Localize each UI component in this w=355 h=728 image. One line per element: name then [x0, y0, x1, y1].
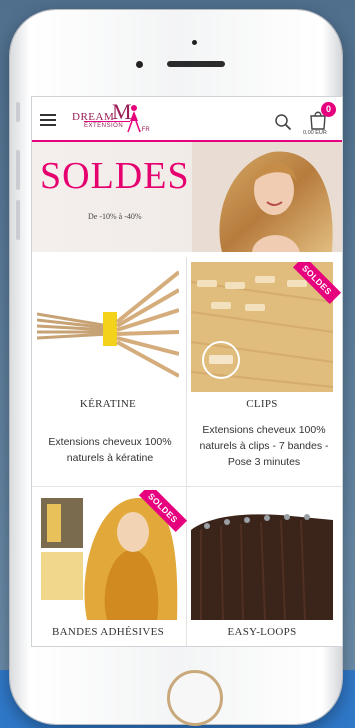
search-icon[interactable] — [274, 113, 292, 131]
logo-extension-text: EXTENSION — [84, 123, 124, 129]
phone-sensor — [192, 40, 197, 45]
cart-count-badge[interactable]: 0 — [321, 102, 336, 117]
product-name[interactable]: BANDES ADHÉSIVES — [37, 626, 179, 638]
phone-volume-up — [16, 150, 20, 190]
phone-mute-switch — [16, 102, 20, 122]
product-card-bandes-adhesives[interactable]: SOLDES BANDES ADHÉSIVES — [37, 490, 187, 646]
banner-subtitle: De -10% à -40% — [88, 212, 142, 221]
product-description: Extensions cheveux 100% naturels à kérat… — [48, 436, 172, 464]
phone-home-button[interactable] — [167, 670, 223, 726]
cart-total: 0,00 EUR — [303, 130, 327, 136]
sale-banner[interactable]: SOLDES De -10% à -40% — [32, 142, 342, 252]
phone-screen: DREAM M EXTENSION .FR 0 0,00 EUR SOLDES … — [31, 96, 343, 647]
site-header: DREAM M EXTENSION .FR 0 0,00 EUR — [32, 97, 342, 142]
product-image-keratine — [37, 262, 179, 392]
product-description: Extensions cheveux 100% naturels à clips… — [199, 424, 329, 468]
menu-icon[interactable] — [40, 114, 56, 126]
site-logo[interactable]: DREAM M EXTENSION .FR — [72, 99, 156, 139]
product-card-keratine[interactable]: KÉRATINE Extensions cheveux 100% naturel… — [37, 262, 187, 484]
grid-divider-horizontal — [32, 486, 342, 487]
product-image-easy-loops — [191, 490, 333, 620]
phone-speaker — [167, 61, 225, 67]
banner-model-image — [192, 142, 342, 252]
phone-volume-down — [16, 200, 20, 240]
product-name[interactable]: KÉRATINE — [37, 398, 179, 410]
product-name[interactable]: CLIPS — [191, 398, 333, 410]
banner-title: SOLDES — [40, 155, 190, 197]
product-card-clips[interactable]: SOLDES CLIPS Extensions cheveux 100% nat… — [191, 262, 341, 484]
product-name[interactable]: EASY-LOOPS — [191, 626, 333, 638]
logo-woman-silhouette-icon — [127, 105, 141, 133]
phone-camera — [136, 61, 143, 68]
product-card-easy-loops[interactable]: EASY-LOOPS — [191, 490, 341, 646]
